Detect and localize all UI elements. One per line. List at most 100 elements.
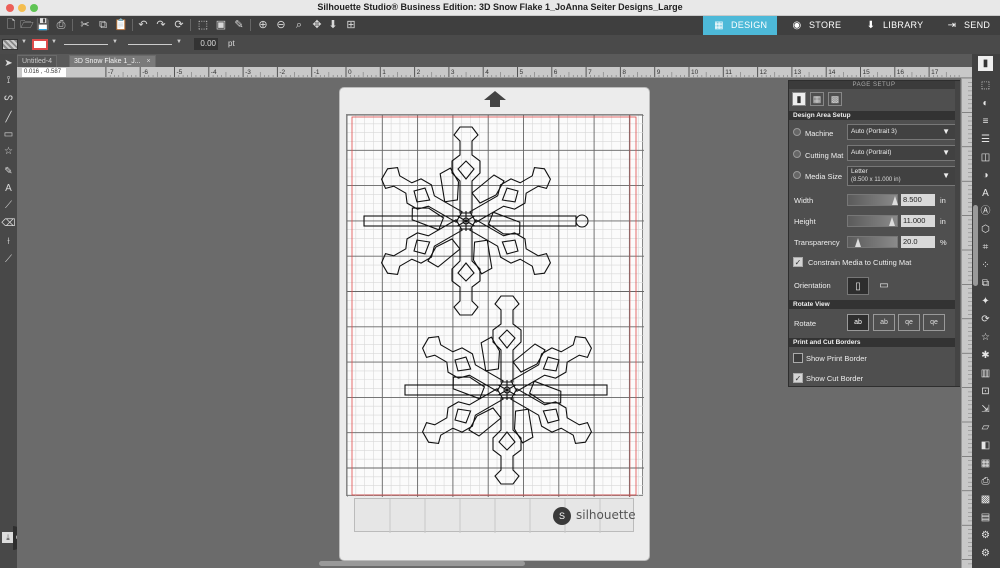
replicate-panel-icon[interactable]: ⁘: [978, 258, 993, 273]
grid-settings-tab-icon[interactable]: ▦: [810, 92, 824, 106]
fill-dropdown-arrow-icon[interactable]: ▼: [21, 39, 27, 45]
print-and-cut-panel-icon[interactable]: ⎙: [978, 474, 993, 489]
open-folder-icon[interactable]: 🗁: [20, 18, 34, 32]
help-icon[interactable]: ⚙: [978, 546, 993, 561]
media-size-select[interactable]: Letter (8.500 x 11.000 in) ▼: [847, 166, 956, 186]
layers-panel-icon[interactable]: ◧: [978, 438, 993, 453]
lasso-tool-icon[interactable]: ᔕ: [1, 90, 16, 105]
undo-icon[interactable]: ↶: [136, 18, 150, 32]
line-width-input[interactable]: 0.00: [194, 38, 218, 50]
fit-to-window-icon[interactable]: ⬇: [326, 18, 340, 32]
transform-panel-icon[interactable]: ✦: [978, 294, 993, 309]
save-icon[interactable]: 💾: [36, 18, 50, 32]
library-panel-icon[interactable]: ▤: [978, 510, 993, 525]
line-tool-icon[interactable]: ╱: [1, 110, 16, 125]
select-tool-icon[interactable]: ➤: [1, 56, 16, 71]
width-slider-thumb[interactable]: [892, 196, 898, 205]
doc-tab-untitled-4[interactable]: Untitled-4: [17, 55, 57, 67]
rotate-180-button[interactable]: qe: [898, 314, 920, 331]
print-icon[interactable]: ⎙: [54, 18, 68, 32]
deselect-icon[interactable]: ▣: [214, 18, 228, 32]
offset-panel-icon[interactable]: ⬡: [978, 222, 993, 237]
rotate-panel-icon[interactable]: ⟳: [978, 312, 993, 327]
move-panel-icon[interactable]: ⇲: [978, 402, 993, 417]
draw-tool-icon[interactable]: ✎: [1, 164, 16, 179]
scale-panel-icon[interactable]: ⊡: [978, 384, 993, 399]
tab-library[interactable]: ⬇ LIBRARY: [855, 16, 930, 35]
rotate-270-button[interactable]: qe: [923, 314, 945, 331]
height-slider[interactable]: [847, 215, 898, 227]
image-effects-panel-icon[interactable]: ◑: [978, 168, 993, 183]
trace-panel-icon[interactable]: ⌗: [978, 240, 993, 255]
line-color-swatch[interactable]: [32, 39, 48, 50]
text-tool-icon[interactable]: A: [1, 181, 16, 196]
height-input[interactable]: 11.000: [901, 215, 935, 227]
height-slider-thumb[interactable]: [889, 217, 895, 226]
tab-store[interactable]: ◉ STORE: [781, 16, 851, 35]
modify-panel-icon[interactable]: ⧉: [978, 276, 993, 291]
width-slider[interactable]: [847, 194, 898, 206]
line-style-selector[interactable]: [64, 44, 108, 45]
design-store-panel-icon[interactable]: ⬚: [978, 78, 993, 93]
vertical-scrollbar[interactable]: [973, 205, 978, 286]
transparency-input[interactable]: 20.0: [901, 236, 935, 248]
zoom-in-icon[interactable]: ⊕: [256, 18, 270, 32]
point-edit-tool-icon[interactable]: ⟟: [1, 73, 16, 88]
portrait-orientation-icon[interactable]: ▯: [847, 277, 869, 295]
show-print-border-checkbox[interactable]: [793, 353, 803, 363]
constrain-media-checkbox[interactable]: ✓: [793, 257, 803, 267]
polygon-tool-icon[interactable]: ☆: [1, 144, 16, 159]
tab-design[interactable]: ▦ DESIGN: [703, 16, 777, 35]
background-settings-tab-icon[interactable]: ▩: [828, 92, 842, 106]
line-color-panel-icon[interactable]: ≡: [978, 114, 993, 129]
redo-icon[interactable]: ↷: [154, 18, 168, 32]
cut-area-grid[interactable]: [346, 114, 644, 497]
redraw-icon[interactable]: ⟳: [172, 18, 186, 32]
panel-scrollbar[interactable]: [955, 81, 960, 386]
line-join-selector[interactable]: [128, 44, 172, 45]
horizontal-scrollbar[interactable]: [319, 561, 525, 566]
shear-panel-icon[interactable]: ▱: [978, 420, 993, 435]
transparency-slider[interactable]: [847, 236, 898, 248]
fill-panel-icon[interactable]: ◐: [978, 96, 993, 111]
page-setup-tab-icon[interactable]: ▮: [792, 92, 806, 106]
text-style-panel-icon[interactable]: A: [978, 186, 993, 201]
pan-icon[interactable]: ✥: [310, 18, 324, 32]
text-to-path-panel-icon[interactable]: Ⓐ: [978, 204, 993, 219]
eyedropper-tool-icon[interactable]: ⟋: [1, 252, 16, 267]
rectangle-tool-icon[interactable]: ▭: [1, 127, 16, 142]
tab-send[interactable]: ⇥ SEND: [936, 16, 1000, 35]
knife-tool-icon[interactable]: ⟊: [1, 234, 16, 249]
copy-icon[interactable]: ⧉: [96, 18, 110, 32]
eraser-tool-icon[interactable]: ⌫: [1, 216, 16, 231]
line-join-dropdown-arrow-icon[interactable]: ▼: [176, 39, 182, 45]
align-panel-icon[interactable]: ▥: [978, 366, 993, 381]
doc-tab-snowflake[interactable]: 3D Snow Flake 1_J... ×: [69, 55, 156, 67]
cut-icon[interactable]: ✂: [78, 18, 92, 32]
text-to-path-tool-icon[interactable]: ⟋: [1, 198, 16, 213]
nesting-panel-icon[interactable]: ▦: [978, 456, 993, 471]
cutting-mat-select[interactable]: Auto (Portrait) ▼: [847, 145, 956, 161]
landscape-orientation-icon[interactable]: ▭: [873, 277, 895, 295]
pixscan-panel-icon[interactable]: ▩: [978, 492, 993, 507]
rotate-90-button[interactable]: ab: [873, 314, 895, 331]
width-input[interactable]: 8.500: [901, 194, 935, 206]
show-cut-border-checkbox[interactable]: ✓: [793, 373, 803, 383]
zoom-select-icon[interactable]: ⌕: [292, 18, 306, 32]
fill-color-swatch[interactable]: [2, 39, 18, 50]
page-setup-panel-icon[interactable]: ▮: [978, 56, 993, 71]
transparency-slider-thumb[interactable]: [855, 238, 861, 247]
select-all-icon[interactable]: ⬚: [196, 18, 210, 32]
new-document-icon[interactable]: 🗋: [4, 18, 18, 32]
fit-to-page-icon[interactable]: ⊞: [344, 18, 358, 32]
edit-points-icon[interactable]: ✎: [232, 18, 246, 32]
sketch-panel-icon[interactable]: ◫: [978, 150, 993, 165]
line-color-dropdown-arrow-icon[interactable]: ▼: [51, 39, 57, 45]
paste-icon[interactable]: 📋: [114, 18, 128, 32]
star-panel-icon[interactable]: ☆: [978, 330, 993, 345]
rotate-0-button[interactable]: ab: [847, 314, 869, 331]
machine-select[interactable]: Auto (Portrait 3) ▼: [847, 124, 956, 140]
line-style-panel-icon[interactable]: ☰: [978, 132, 993, 147]
rhinestone-panel-icon[interactable]: ✱: [978, 348, 993, 363]
close-tab-icon[interactable]: ×: [147, 58, 151, 65]
